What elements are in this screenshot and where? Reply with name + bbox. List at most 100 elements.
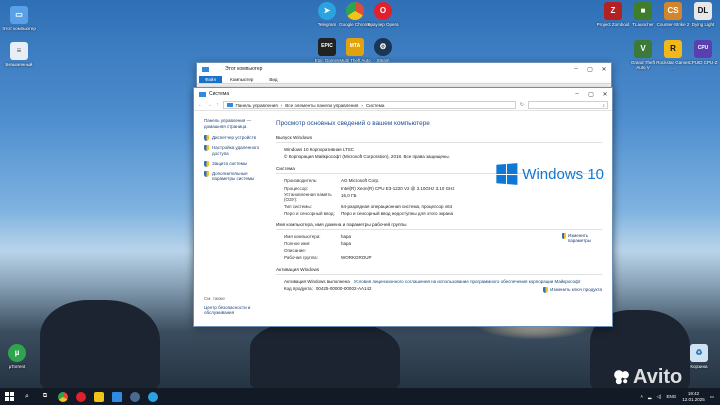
start-button[interactable] [0,388,18,405]
volume-icon[interactable]: ◁) [656,394,661,400]
explorer-close-button[interactable]: ✕ [597,63,611,75]
forward-arrow-icon[interactable]: → [207,102,212,108]
telegram-icon [148,391,158,402]
desktop-icon-rockstar[interactable]: R Rockstar Games ... [656,40,690,70]
desktop-icon-label: Браузер Opera [367,22,399,27]
device-manager-link[interactable]: Диспетчер устройств [204,135,272,142]
security-center-link[interactable]: Центр безопасности и обслуживания [204,305,272,316]
see-also-section: См. также Центр безопасности и обслужива… [204,296,272,316]
row-key: Имя компьютера: [284,233,321,239]
desktop-icon-recycle-bin[interactable]: ♻ Корзина [682,344,716,369]
license-terms-link[interactable]: Условия лицензионного соглашения на испо… [354,278,581,285]
search-input[interactable]: ⌕ [528,101,608,109]
task-view-button[interactable]: ⧉ [36,388,54,405]
system-titlebar[interactable]: Система – ▢ ✕ [194,88,612,100]
minimize-button[interactable]: – [570,88,584,100]
breadcrumb-separator-icon: › [280,102,283,108]
change-settings-label: Изменить параметры [567,232,592,243]
taskbar-app-files[interactable] [90,388,108,405]
rock-mid [250,320,400,390]
maximize-button[interactable]: ▢ [584,88,598,100]
system-row-pen: Перо и сенсорный ввод: Перо и сенсорный в… [284,210,602,217]
row-key: Производитель: [284,178,318,184]
desktop-icon-tlauncher[interactable]: ■ TLauncher [626,2,660,27]
desktop-icon-label: Этот компьютер [2,26,36,31]
desktop-icon-cs2[interactable]: CS Counter-Strike 2 [656,2,690,27]
search-icon: ⌕ [25,392,29,400]
ribbon-tab-file[interactable]: Файл [199,75,223,83]
control-panel-home-link[interactable]: Панель управления — домашняя страница [204,118,272,129]
opera-icon: O [374,2,392,20]
computer-name-section-title: Имя компьютера, имя домена и параметры р… [276,221,407,227]
explorer-titlebar[interactable]: Этот компьютер – ▢ ✕ [197,63,611,75]
row-value: 64-разрядная операционная система, проце… [341,203,453,209]
advanced-settings-link[interactable]: Дополнительные параметры системы [204,170,272,182]
desktop-icon-utorrent[interactable]: µ µTorrent [0,344,34,369]
system-window[interactable]: Система – ▢ ✕ ← → ↑ Панель управления › … [193,87,613,327]
page-title: Просмотр основных сведений о вашем компь… [276,120,430,127]
remote-settings-link[interactable]: Настройка удаленного доступа [204,145,272,156]
breadcrumb-item[interactable]: Все элементы панели управления [285,103,358,108]
desktop-icon-opera[interactable]: O Браузер Opera [366,2,400,27]
system-protection-link[interactable]: Защита системы [204,160,272,167]
up-arrow-icon[interactable]: ↑ [216,102,219,108]
taskbar-app-chrome[interactable] [54,388,72,405]
change-product-key-link[interactable]: Изменить ключ продукта [543,286,602,293]
zomboid-icon: Z [604,2,622,20]
change-settings-link[interactable]: Изменить параметры [562,232,602,243]
system-protection-label: Защита системы [212,160,248,166]
activation-status-row: Активация Windows выполнена Условия лице… [284,278,602,285]
breadcrumb-item[interactable]: Система [366,103,385,108]
tray-chevron-icon[interactable]: ˄ [640,394,643,399]
taskbar-app-opera[interactable] [72,388,90,405]
rock-left [40,300,160,390]
edition-name: Windows 10 Корпоративная LTSC [284,147,355,152]
windows-flag-icon [496,163,518,185]
windows-start-icon [4,392,14,401]
desktop-icon-label: Grand Theft Auto V [631,60,655,71]
explorer-title: Этот компьютер [225,66,263,72]
taskbar-app-explorer[interactable] [108,388,126,405]
search-button[interactable]: ⌕ [18,388,36,405]
windows-10-logo-text: Windows 10 [522,165,604,183]
desktop-icon-dyinglight[interactable]: DL Dying Light [686,2,720,27]
desktop-icon-steam[interactable]: ⚙ Steam [366,38,400,63]
system-row-memory: Установленная память (ОЗУ): 16,0 ГБ [284,192,602,203]
activation-section-title: Активация Windows [276,266,320,272]
chrome-icon [58,391,68,402]
desktop-icon-untitled[interactable]: ≡ Безымянный [2,42,36,67]
shield-icon [204,170,209,177]
desktop-icon-cpuz[interactable]: CPU CPUID CPU-Z [686,40,720,65]
ribbon-tab-view[interactable]: Вид [261,77,285,82]
explorer-maximize-button[interactable]: ▢ [583,63,597,75]
refresh-icon[interactable]: ↻ [520,102,524,108]
recycle-bin-icon: ♻ [690,344,708,362]
taskbar-app-telegram[interactable] [144,388,162,405]
network-icon[interactable]: ▂ [648,394,651,400]
tlauncher-icon: ■ [634,2,652,20]
clock[interactable]: 19:42 12.01.2025 [682,391,705,402]
notification-icon[interactable]: ▭ [710,394,714,400]
shield-icon [204,145,209,152]
desktop-icon-label: Rockstar Games ... [656,60,690,71]
desktop-icon-label: Безымянный [5,62,33,67]
ribbon-tab-computer[interactable]: Компьютер [222,77,261,82]
desktop-icon-label: Project Zomboid [596,22,630,27]
explorer-minimize-button[interactable]: – [569,63,583,75]
taskbar-app-steam[interactable] [126,388,144,405]
row-value: Перо и сенсорный ввод недоступны для это… [341,210,454,216]
back-arrow-icon[interactable]: ← [198,102,203,108]
language-indicator[interactable]: ENG [666,394,676,399]
divider [276,273,602,275]
search-icon: ⌕ [602,102,605,108]
full-name-row: Полное имя: hapa [284,240,602,247]
desktop-icon-this-pc[interactable]: ▭ Этот компьютер [2,6,36,31]
address-bar[interactable]: Панель управления › Все элементы панели … [222,101,516,109]
desktop-icon-zomboid[interactable]: Z Project Zomboid [596,2,630,27]
desktop-icon-gta[interactable]: V Grand Theft Auto V [626,40,660,70]
shield-icon [543,286,549,293]
edition-section-title: Выпуск Windows [276,135,313,140]
gta-icon: V [634,40,652,58]
breadcrumb-item[interactable]: Панель управления [236,103,278,108]
close-button[interactable]: ✕ [598,88,612,100]
